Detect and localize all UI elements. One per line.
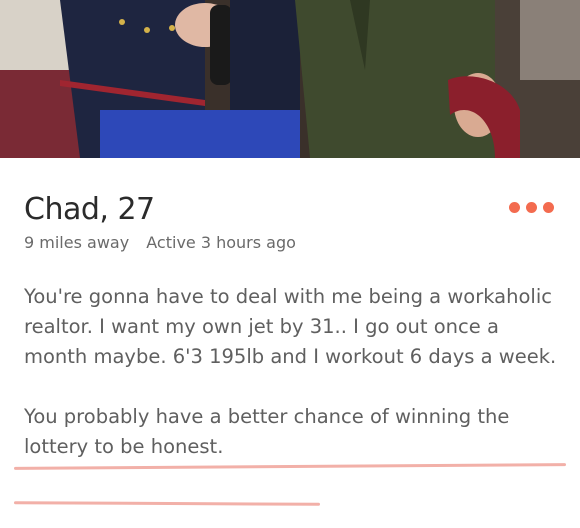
distance-label: 9 miles away — [24, 233, 130, 252]
profile-card: Chad, 27 9 miles away Active 3 hours ago… — [0, 158, 580, 528]
active-status: Active 3 hours ago — [146, 233, 296, 252]
profile-bio: You're gonna have to deal with me being … — [24, 282, 564, 462]
profile-photo-image — [0, 0, 580, 158]
profile-meta: 9 miles away Active 3 hours ago — [24, 233, 296, 252]
highlight-underline — [13, 463, 567, 470]
highlight-underline — [13, 501, 321, 506]
more-dot — [526, 201, 537, 213]
profile-photo[interactable] — [0, 0, 580, 158]
profile-name-age: Chad, 27 — [24, 192, 155, 227]
more-dot — [509, 201, 520, 213]
more-dot — [543, 201, 554, 213]
bio-paragraph: You're gonna have to deal with me being … — [24, 285, 557, 368]
more-options-icon[interactable] — [509, 198, 557, 216]
bio-paragraph-highlighted: You probably have a better chance of win… — [24, 405, 510, 458]
